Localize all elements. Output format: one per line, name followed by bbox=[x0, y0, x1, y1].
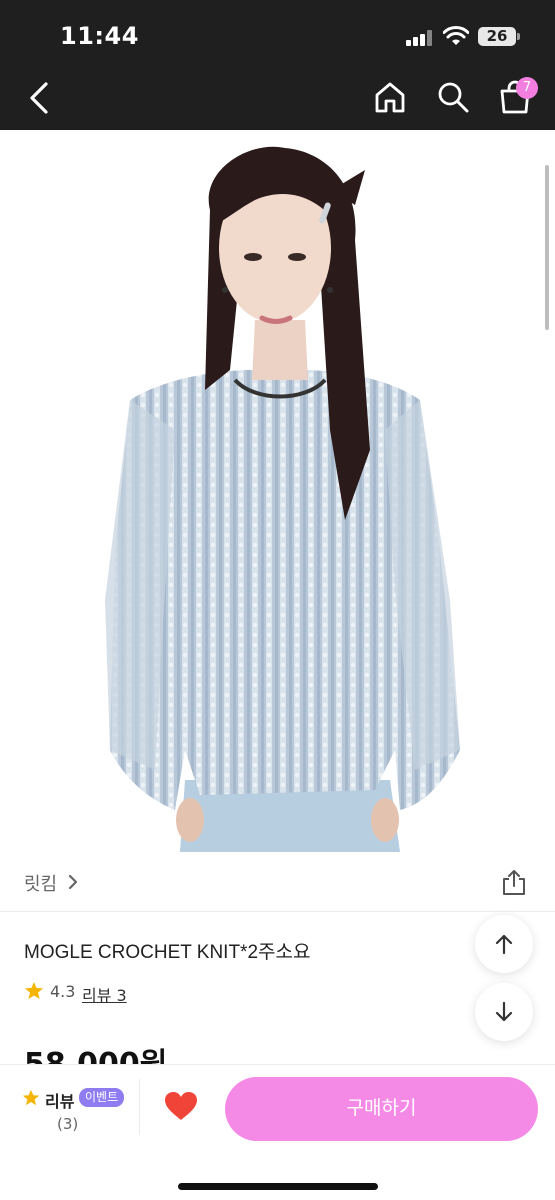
product-photo-illustration bbox=[105, 146, 460, 852]
home-indicator bbox=[178, 1183, 378, 1190]
event-badge: 이벤트 bbox=[79, 1088, 125, 1107]
arrow-down-icon bbox=[495, 1001, 513, 1022]
signal-icon bbox=[406, 30, 434, 46]
review-count: (3) bbox=[57, 1115, 79, 1133]
heart-icon[interactable] bbox=[164, 1091, 198, 1121]
scroll-up-button[interactable] bbox=[475, 915, 533, 973]
battery-indicator: 26 bbox=[478, 27, 520, 46]
product-image[interactable] bbox=[0, 130, 555, 852]
rating-value: 4.3 bbox=[50, 982, 76, 1001]
review-link[interactable]: 리뷰 3 bbox=[82, 982, 127, 1006]
search-icon[interactable] bbox=[436, 80, 470, 114]
divider bbox=[139, 1079, 140, 1135]
store-row[interactable]: 릿킴 bbox=[0, 852, 555, 912]
wifi-icon bbox=[443, 26, 469, 45]
review-label[interactable]: 리뷰 bbox=[45, 1088, 74, 1112]
share-icon[interactable] bbox=[500, 868, 528, 896]
home-icon[interactable] bbox=[373, 80, 407, 114]
product-title: MOGLE CROCHET KNIT*2주소요 bbox=[24, 942, 311, 963]
bottom-action-bar: 리뷰 이벤트 (3) 구매하기 bbox=[0, 1064, 555, 1200]
status-time: 11:44 bbox=[60, 22, 139, 50]
star-icon bbox=[22, 1089, 40, 1106]
star-icon bbox=[25, 982, 43, 999]
scroll-down-button[interactable] bbox=[475, 983, 533, 1041]
back-icon[interactable] bbox=[24, 80, 54, 116]
arrow-up-icon bbox=[495, 934, 513, 955]
store-name[interactable]: 릿킴 bbox=[24, 870, 57, 896]
top-bar: 11:44 26 7 bbox=[0, 0, 555, 130]
buy-button[interactable]: 구매하기 bbox=[225, 1077, 538, 1141]
chevron-right-icon bbox=[68, 874, 78, 890]
cart-count-badge: 7 bbox=[516, 77, 538, 99]
price: 58,000원 bbox=[24, 1048, 167, 1064]
image-scrollbar[interactable] bbox=[545, 165, 549, 330]
